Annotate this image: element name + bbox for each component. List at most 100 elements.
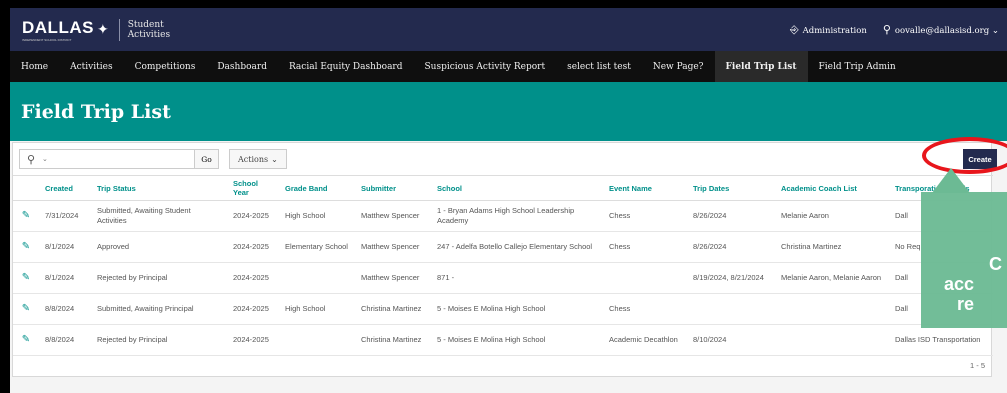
top-header: DALLAS INDEPENDENT SCHOOL DISTRICT ✦ Stu… [10,8,1007,51]
nav-item-new-page-[interactable]: New Page? [642,51,715,82]
edit-icon[interactable]: ✎ [13,200,39,232]
nav-item-racial-equity-dashboard[interactable]: Racial Equity Dashboard [278,51,414,82]
nav-item-field-trip-admin[interactable]: Field Trip Admin [808,51,907,82]
table-cell: 8/8/2024 [39,293,91,325]
column-header [13,175,39,201]
table-row: ✎ 7/31/2024 Submitted, Awaiting Student Ac… [13,200,993,232]
column-header[interactable]: Academic Coach List [775,175,889,201]
edit-icon[interactable]: ✎ [13,231,39,263]
nav-item-select-list-test[interactable]: select list test [556,51,642,82]
nav-item-home[interactable]: Home [10,51,59,82]
go-button[interactable]: Go [194,150,218,168]
table-cell: Academic Decathlon [603,324,687,356]
logo-subtext: INDEPENDENT SCHOOL DISTRICT [22,37,72,42]
table-cell: Christina Martinez [355,293,431,325]
product-line1: Student [127,19,164,30]
report-toolbar: ⚲ ⌄ Go Actions ⌄ Create [13,143,997,175]
table-cell: Christina Martinez [355,324,431,356]
table-cell: High School [279,293,355,325]
table-cell: Melanie Aaron [775,200,889,232]
table-row: ✎ 8/8/2024 Rejected by Principal 2024-2025 C… [13,324,993,356]
table-cell [603,262,687,294]
column-header[interactable]: Trip Status [91,175,227,201]
callout-line2: acc [944,274,975,294]
column-header[interactable]: Submitter [355,175,431,201]
table-cell: 8/19/2024, 8/21/2024 [687,262,775,294]
column-header[interactable]: Grade Band [279,175,355,201]
nav-item-activities[interactable]: Activities [59,51,123,82]
callout-text: C acc re [944,254,1007,314]
table-cell: Chess [603,293,687,325]
table-cell: 8/1/2024 [39,262,91,294]
table-cell: 2024-2025 [227,262,279,294]
chevron-down-icon[interactable]: ⌄ [42,155,48,163]
table-cell: Rejected by Principal [91,262,227,294]
column-header[interactable]: School [431,175,603,201]
table-cell: Matthew Spencer [355,231,431,263]
table-header: Created Trip Status School Year Grade Band S… [13,175,993,201]
nav-item-competitions[interactable]: Competitions [124,51,207,82]
table-cell [279,262,355,294]
nav-item-dashboard[interactable]: Dashboard [206,51,278,82]
table-cell: 5 - Moises E Molina High School [431,293,603,325]
star-icon: ✦ [96,21,109,37]
report-panel: ⚲ ⌄ Go Actions ⌄ Create Created Trip Stat… [12,142,997,377]
district-logo[interactable]: DALLAS INDEPENDENT SCHOOL DISTRICT ✦ [22,18,109,42]
table-cell: Submitted, Awaiting Principal [91,293,227,325]
table-cell: Matthew Spencer [355,262,431,294]
column-header[interactable]: Created [39,175,91,201]
table-cell: 2024-2025 [227,324,279,356]
table-cell: 2024-2025 [227,293,279,325]
chevron-down-icon: ⌄ [991,26,999,36]
title-bar: Field Trip List [10,82,1007,141]
table-cell: Submitted, Awaiting Student Activities [91,200,227,232]
user-icon: ⚲ [882,23,891,36]
logo-text: DALLAS [22,17,94,37]
edit-icon[interactable]: ✎ [13,293,39,325]
column-header[interactable]: School Year [227,175,279,201]
table-row: ✎ 8/8/2024 Submitted, Awaiting Principal 20… [13,293,993,325]
table-cell: Matthew Spencer [355,200,431,232]
table-cell: 2024-2025 [227,231,279,263]
table-cell: 871 - [431,262,603,294]
table-row: ✎ 8/1/2024 Rejected by Principal 2024-2025 M… [13,262,993,294]
table-cell: Elementary School [279,231,355,263]
user-menu[interactable]: ⚲ oovalle@dallasisd.org ⌄ [883,23,999,36]
chevron-down-icon: ⌄ [271,154,278,164]
table-row: ✎ 8/1/2024 Approved 2024-2025 Elementary Sch… [13,231,993,263]
callout-arrow [932,168,970,193]
product-line2: Activities [127,29,171,40]
table-cell: Christina Martinez [775,231,889,263]
table-cell [775,293,889,325]
page-title: Field Trip List [21,100,171,123]
search-input[interactable] [49,150,194,168]
table-cell: Dallas ISD Transportation [889,324,993,356]
table-cell: Approved [91,231,227,263]
nav-item-field-trip-list[interactable]: Field Trip List [714,51,808,82]
table-cell [687,293,775,325]
administration-link[interactable]: ⎆ Administration [790,23,867,37]
table-cell: 8/26/2024 [687,231,775,263]
admin-label: Administration [802,25,867,36]
column-header[interactable]: Trip Dates [687,175,775,201]
search-icon[interactable]: ⚲ [20,153,42,166]
actions-button[interactable]: Actions ⌄ [229,149,287,169]
callout-line3: re [957,294,975,314]
column-header[interactable]: Event Name [603,175,687,201]
table-cell: 8/26/2024 [687,200,775,232]
search-bar: ⚲ ⌄ Go [19,149,219,169]
table-cell: 5 - Moises E Molina High School [431,324,603,356]
table-cell [775,324,889,356]
table-cell: Melanie Aaron, Melanie Aaron [775,262,889,294]
table-cell: Chess [603,200,687,232]
table-cell: 2024-2025 [227,200,279,232]
table-cell: 247 - Adelfa Botello Callejo Elementary … [431,231,603,263]
table-cell: 7/31/2024 [39,200,91,232]
edit-icon[interactable]: ✎ [13,324,39,356]
edit-icon[interactable]: ✎ [13,262,39,294]
table-cell [279,324,355,356]
callout-line1: C [989,254,1002,274]
user-label: oovalle@dallasisd.org [894,26,990,36]
nav-item-suspicious-activity-report[interactable]: Suspicious Activity Report [414,51,557,82]
pagination-label: 1 - 5 [969,361,985,370]
